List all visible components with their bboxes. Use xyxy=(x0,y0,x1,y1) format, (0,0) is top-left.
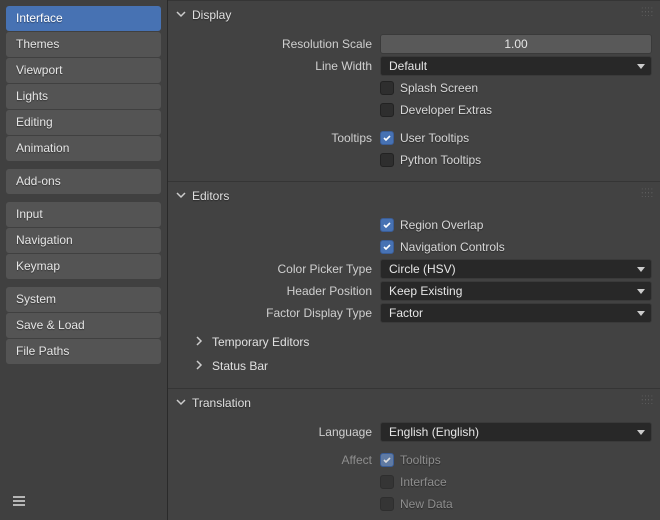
panel-body-translation: Language English (English) Affect Toolti… xyxy=(168,417,660,520)
sidebar-item-lights[interactable]: Lights xyxy=(6,84,161,109)
sidebar-item-navigation[interactable]: Navigation xyxy=(6,228,161,253)
subpanel-title: Status Bar xyxy=(212,359,268,373)
panel-title: Display xyxy=(192,8,231,22)
label-language: Language xyxy=(176,425,372,439)
checkbox-splash-screen[interactable] xyxy=(380,81,394,95)
drag-grip-icon[interactable]: :::::::: xyxy=(641,396,654,404)
checkbox-affect-tooltips xyxy=(380,453,394,467)
select-factor-display[interactable]: Factor xyxy=(380,303,652,323)
sidebar-group-2: Input Navigation Keymap xyxy=(6,202,161,279)
sidebar-item-editing[interactable]: Editing xyxy=(6,110,161,135)
checkbox-developer-extras[interactable] xyxy=(380,103,394,117)
sidebar-item-animation[interactable]: Animation xyxy=(6,136,161,161)
label-resolution-scale: Resolution Scale xyxy=(176,37,372,51)
sidebar-item-themes[interactable]: Themes xyxy=(6,32,161,57)
sidebar-item-save-load[interactable]: Save & Load xyxy=(6,313,161,338)
subpanel-temporary-editors[interactable]: Temporary Editors xyxy=(176,330,652,354)
chevron-right-icon xyxy=(194,359,204,373)
checkbox-label: Developer Extras xyxy=(400,103,492,117)
sidebar-group-0: Interface Themes Viewport Lights Editing… xyxy=(6,6,161,161)
sidebar-item-keymap[interactable]: Keymap xyxy=(6,254,161,279)
checkbox-label: Tooltips xyxy=(400,453,441,467)
chevron-down-icon xyxy=(176,189,186,203)
label-header-position: Header Position xyxy=(176,284,372,298)
drag-grip-icon[interactable]: :::::::: xyxy=(641,8,654,16)
sidebar-item-interface[interactable]: Interface xyxy=(6,6,161,31)
label-affect: Affect xyxy=(176,453,372,467)
label-color-picker: Color Picker Type xyxy=(176,262,372,276)
panel-editors: Editors :::::::: Region Overlap xyxy=(168,181,660,388)
select-color-picker[interactable]: Circle (HSV) xyxy=(380,259,652,279)
panel-translation: Translation :::::::: Language English (E… xyxy=(168,388,660,520)
checkbox-python-tooltips[interactable] xyxy=(380,153,394,167)
preferences-main: Display :::::::: Resolution Scale 1.00 L… xyxy=(168,0,660,520)
chevron-down-icon xyxy=(176,396,186,410)
panel-body-display: Resolution Scale 1.00 Line Width Default xyxy=(168,29,660,181)
sidebar-item-system[interactable]: System xyxy=(6,287,161,312)
label-tooltips: Tooltips xyxy=(176,131,372,145)
subpanel-title: Temporary Editors xyxy=(212,335,309,349)
panel-display: Display :::::::: Resolution Scale 1.00 L… xyxy=(168,0,660,181)
subpanel-status-bar[interactable]: Status Bar xyxy=(176,354,652,378)
panel-header-editors[interactable]: Editors :::::::: xyxy=(168,182,660,210)
select-header-position[interactable]: Keep Existing xyxy=(380,281,652,301)
panel-title: Editors xyxy=(192,189,229,203)
label-factor-display: Factor Display Type xyxy=(176,306,372,320)
sidebar-group-3: System Save & Load File Paths xyxy=(6,287,161,364)
checkbox-affect-interface xyxy=(380,475,394,489)
panel-title: Translation xyxy=(192,396,251,410)
preferences-root: Interface Themes Viewport Lights Editing… xyxy=(0,0,660,520)
checkbox-label: Interface xyxy=(400,475,447,489)
select-language[interactable]: English (English) xyxy=(380,422,652,442)
sidebar-group-1: Add-ons xyxy=(6,169,161,194)
chevron-down-icon xyxy=(176,8,186,22)
sidebar-item-addons[interactable]: Add-ons xyxy=(6,169,161,194)
panel-header-display[interactable]: Display :::::::: xyxy=(168,1,660,29)
input-resolution-scale[interactable]: 1.00 xyxy=(380,34,652,54)
checkbox-navigation-controls[interactable] xyxy=(380,240,394,254)
checkbox-label: Region Overlap xyxy=(400,218,483,232)
checkbox-label: User Tooltips xyxy=(400,131,469,145)
panel-body-editors: Region Overlap Navigation Controls Color… xyxy=(168,210,660,388)
select-line-width[interactable]: Default xyxy=(380,56,652,76)
sidebar-item-file-paths[interactable]: File Paths xyxy=(6,339,161,364)
preferences-sidebar: Interface Themes Viewport Lights Editing… xyxy=(0,0,168,520)
checkbox-user-tooltips[interactable] xyxy=(380,131,394,145)
hamburger-menu-icon[interactable] xyxy=(10,492,28,510)
checkbox-label: New Data xyxy=(400,497,453,511)
sidebar-item-viewport[interactable]: Viewport xyxy=(6,58,161,83)
checkbox-label: Python Tooltips xyxy=(400,153,481,167)
checkbox-label: Splash Screen xyxy=(400,81,478,95)
checkbox-affect-new-data xyxy=(380,497,394,511)
checkbox-label: Navigation Controls xyxy=(400,240,505,254)
sidebar-item-input[interactable]: Input xyxy=(6,202,161,227)
label-line-width: Line Width xyxy=(176,59,372,73)
chevron-right-icon xyxy=(194,335,204,349)
checkbox-region-overlap[interactable] xyxy=(380,218,394,232)
panel-header-translation[interactable]: Translation :::::::: xyxy=(168,389,660,417)
drag-grip-icon[interactable]: :::::::: xyxy=(641,189,654,197)
